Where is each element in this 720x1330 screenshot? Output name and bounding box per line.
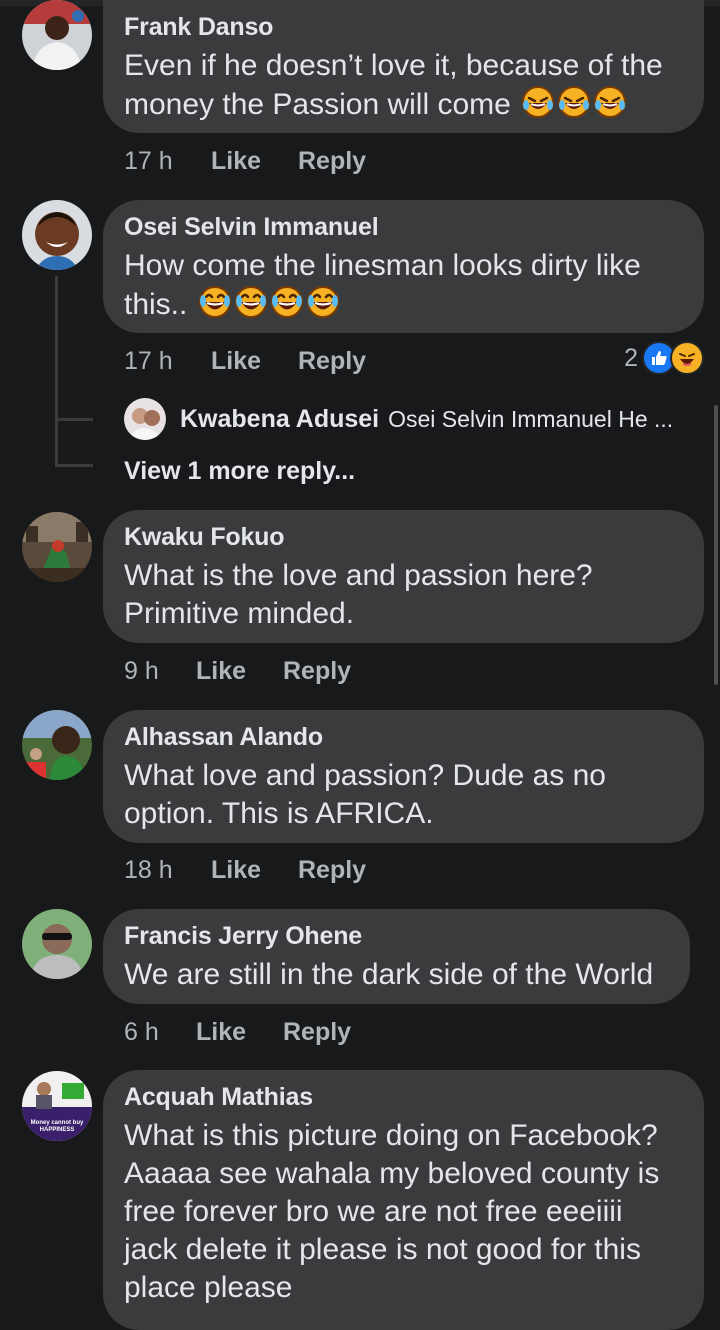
like-button[interactable]: Like [211, 346, 298, 376]
comment-actions: 17 h Like Reply [124, 346, 366, 376]
view-more-replies-link[interactable]: View 1 more reply... [124, 457, 355, 486]
comment-bubble: Alhassan Alando What love and passion? D… [103, 710, 704, 843]
avatar[interactable] [22, 710, 92, 780]
comment-author[interactable]: Alhassan Alando [124, 722, 682, 752]
like-button[interactable]: Like [211, 146, 298, 176]
comment-bubble: Osei Selvin Immanuel How come the linesm… [103, 200, 704, 333]
rolling-on-floor-laughing-icon [593, 85, 627, 119]
comment-actions: 18 h Like Reply [124, 855, 366, 885]
avatar[interactable]: Money cannot buy HAPPINESS [22, 1071, 92, 1141]
comment-author[interactable]: Acquah Mathias [124, 1082, 682, 1112]
comment-text: What is the love and passion here? Primi… [124, 559, 593, 630]
avatar-photo [22, 909, 92, 979]
avatar[interactable] [22, 512, 92, 582]
reaction-summary[interactable]: 2 [624, 341, 704, 375]
avatar [124, 398, 166, 440]
like-button[interactable]: Like [196, 1017, 283, 1047]
comment-bubble: Frank Danso Even if he doesn’t love it, … [103, 0, 704, 133]
like-button[interactable]: Like [196, 656, 283, 686]
face-with-tears-of-joy-icon [198, 285, 231, 319]
reply-button[interactable]: Reply [283, 656, 351, 686]
comment-author[interactable]: Osei Selvin Immanuel [124, 212, 682, 242]
reply-preview-text: Osei Selvin Immanuel He ... [388, 405, 674, 432]
comment-time[interactable]: 6 h [124, 1017, 196, 1047]
rolling-on-floor-laughing-icon [521, 85, 555, 119]
reaction-count: 2 [624, 343, 638, 372]
face-with-tears-of-joy-icon [270, 285, 303, 319]
comment-text: What is this picture doing on Facebook? … [124, 1119, 660, 1304]
comment-bubble: Kwaku Fokuo What is the love and passion… [103, 510, 704, 643]
thread-line [55, 276, 58, 466]
comment-bubble: Acquah Mathias What is this picture doin… [103, 1070, 704, 1330]
comment-actions: 9 h Like Reply [124, 656, 351, 686]
comment-author[interactable]: Francis Jerry Ohene [124, 921, 668, 951]
comment-text: Even if he doesn’t love it, because of t… [124, 47, 682, 124]
avatar[interactable] [22, 909, 92, 979]
reply-button[interactable]: Reply [298, 855, 366, 885]
comment-text: We are still in the dark side of the Wor… [124, 958, 654, 991]
face-with-tears-of-joy-icon [306, 285, 339, 319]
reply-author[interactable]: Kwabena Adusei [180, 405, 379, 434]
avatar[interactable] [22, 200, 92, 270]
face-with-tears-of-joy-icon [234, 285, 267, 319]
avatar-photo [22, 512, 92, 582]
scrollbar[interactable] [714, 405, 718, 685]
comment-time[interactable]: 17 h [124, 346, 211, 376]
comment-time[interactable]: 18 h [124, 855, 211, 885]
comment-actions: 6 h Like Reply [124, 1017, 351, 1047]
comment-time[interactable]: 9 h [124, 656, 196, 686]
comment-time[interactable]: 17 h [124, 146, 211, 176]
avatar[interactable] [22, 0, 92, 70]
thread-branch [55, 418, 93, 421]
rolling-on-floor-laughing-icon [557, 85, 591, 119]
comment-text: What love and passion? Dude as no option… [124, 759, 606, 830]
thread-branch [55, 464, 93, 467]
avatar-caption: Money cannot buy HAPPINESS [30, 1120, 84, 1133]
avatar-photo [22, 0, 92, 70]
comment-bubble: Francis Jerry Ohene We are still in the … [103, 909, 690, 1004]
avatar-photo [22, 200, 92, 270]
reply-button[interactable]: Reply [298, 346, 366, 376]
reply-button[interactable]: Reply [298, 146, 366, 176]
comment-actions: 17 h Like Reply [124, 146, 366, 176]
comment-author[interactable]: Frank Danso [124, 12, 682, 42]
comment-author[interactable]: Kwaku Fokuo [124, 522, 682, 552]
like-button[interactable]: Like [211, 855, 298, 885]
comment-text: How come the linesman looks dirty like t… [124, 247, 682, 324]
reply-button[interactable]: Reply [283, 1017, 351, 1047]
avatar-photo [22, 710, 92, 780]
haha-icon [670, 341, 704, 375]
reply-preview[interactable]: Kwabena Adusei Osei Selvin Immanuel He .… [124, 398, 673, 440]
